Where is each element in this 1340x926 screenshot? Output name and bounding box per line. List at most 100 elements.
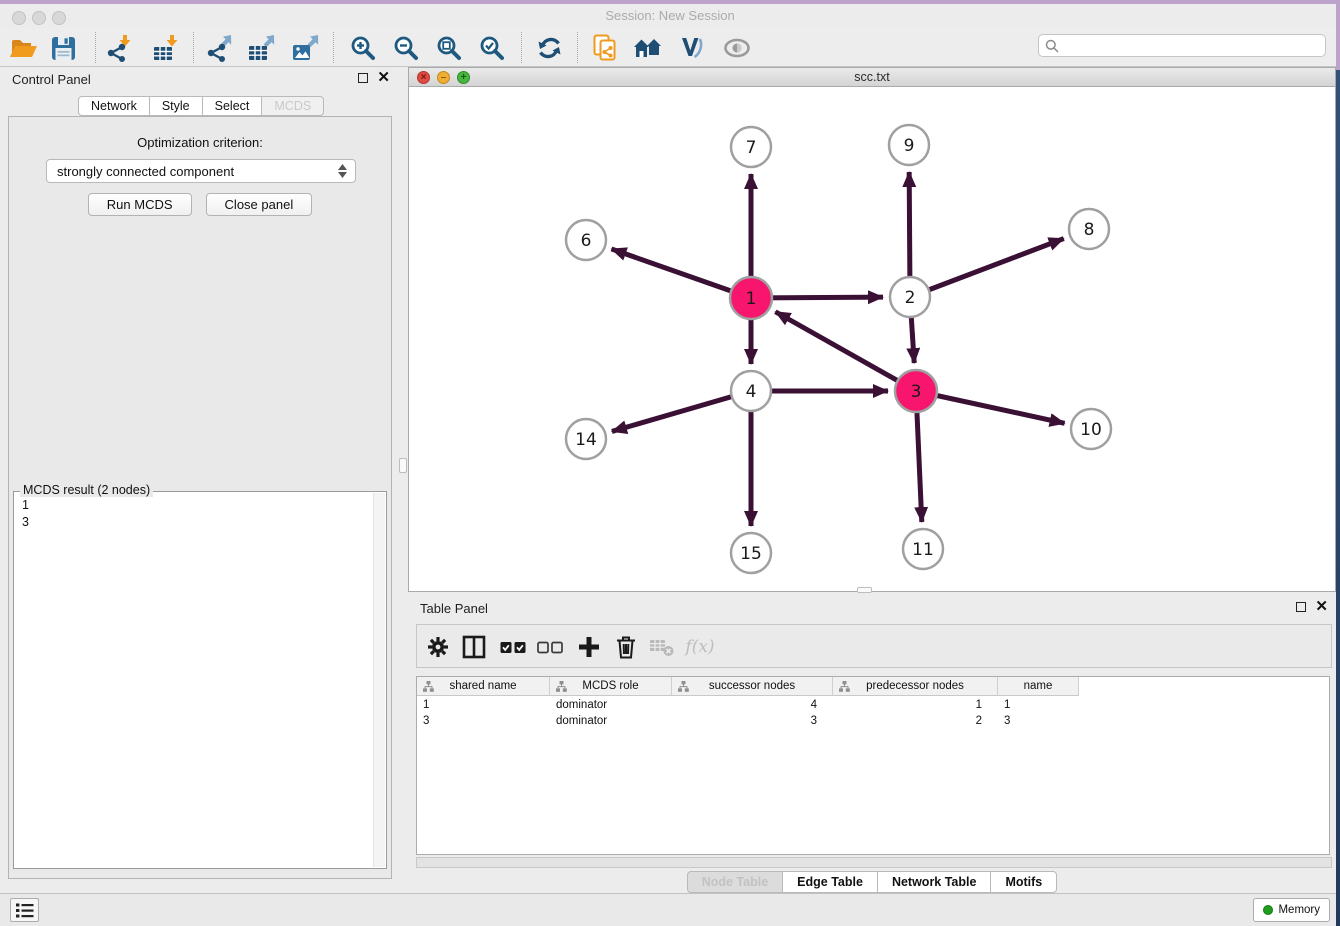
function-builder-icon[interactable]: f(x) [685,633,715,661]
node-label: 8 [1084,220,1095,240]
cell-mcds-role[interactable]: dominator [550,698,672,714]
deselect-all-checkboxes-icon[interactable] [535,633,565,661]
edge-2-8[interactable] [910,239,1064,297]
optimization-criterion-label: Optimization criterion: [9,135,391,150]
search-icon [1045,39,1059,53]
node-label: 15 [740,544,762,564]
cell-name[interactable]: 1 [998,698,1079,714]
mcds-result-box: MCDS result (2 nodes) 1 3 [13,491,387,869]
table-horizontal-scrollbar[interactable] [416,857,1332,868]
search-input[interactable] [1063,39,1319,53]
tab-mcds[interactable]: MCDS [262,96,324,116]
tab-style[interactable]: Style [150,96,203,116]
tab-network[interactable]: Network [78,96,150,116]
titlebar[interactable]: Session: New Session [0,4,1340,28]
edge-3-10[interactable] [916,391,1065,423]
tab-motifs[interactable]: Motifs [991,871,1057,893]
column-header-shared-name[interactable]: shared name [417,677,550,696]
network-file-icon[interactable] [587,31,623,65]
table-row[interactable]: 1 dominator 4 1 1 [417,698,1079,714]
import-table-icon[interactable] [147,31,183,65]
optimization-criterion-select[interactable]: strongly connected component [46,159,356,183]
node-label: 1 [746,289,757,309]
float-panel-icon[interactable] [358,73,368,83]
cell-shared-name[interactable]: 3 [417,714,550,730]
mcds-panel: Optimization criterion: strongly connect… [8,116,392,879]
horizontal-splitter-grip[interactable] [857,587,872,593]
import-network-icon[interactable] [100,31,136,65]
home-icon[interactable] [630,31,666,65]
node-label: 11 [912,540,934,560]
task-list-icon [16,903,34,918]
desktop-background [1336,0,1340,926]
delete-table-icon[interactable] [647,633,677,661]
table-row[interactable]: 3 dominator 3 2 3 [417,714,1079,730]
close-panel-button[interactable]: Close panel [206,193,313,216]
vertical-splitter-grip[interactable] [399,458,407,473]
window-title: Session: New Session [0,8,1340,23]
table-panel-title: Table Panel [420,601,488,616]
tab-edge-table[interactable]: Edge Table [783,871,878,893]
cell-predecessor-nodes[interactable]: 2 [833,714,998,730]
main-toolbar [0,28,1340,67]
cell-successor-nodes[interactable]: 3 [672,714,833,730]
network-graph: 7968124314101511 [409,87,1335,591]
edge-4-14[interactable] [612,391,751,431]
show-hide-graphics-icon[interactable] [719,31,755,65]
tab-select[interactable]: Select [203,96,263,116]
column-header-mcds-role[interactable]: MCDS role [550,677,672,696]
node-table: shared name MCDS role successor nodes pr… [416,676,1330,855]
control-panel: Control Panel ✕ Network Style Select MCD… [0,67,400,893]
table-panel: Table Panel ✕ [408,596,1336,888]
close-panel-icon[interactable]: ✕ [377,73,390,83]
mcds-result-scrollbar[interactable] [373,493,385,867]
search-box[interactable] [1038,34,1326,57]
network-window-title: scc.txt [409,70,1335,84]
column-header-name[interactable]: name [998,677,1079,696]
zoom-selected-icon[interactable] [474,31,510,65]
node-label: 14 [575,430,597,450]
table-tabs: Node Table Edge Table Network Table Moti… [408,871,1336,893]
control-panel-title: Control Panel [12,72,91,87]
node-label: 3 [911,382,922,402]
network-window-titlebar[interactable]: × – + scc.txt [409,68,1335,87]
export-table-icon[interactable] [243,31,279,65]
export-network-icon[interactable] [200,31,236,65]
column-header-predecessor-nodes[interactable]: predecessor nodes [833,677,998,696]
select-all-checkboxes-icon[interactable] [498,633,528,661]
delete-row-icon[interactable] [611,633,641,661]
edge-3-1[interactable] [775,312,916,391]
settings-icon[interactable] [423,633,453,661]
node-label: 9 [904,136,915,156]
column-header-successor-nodes[interactable]: successor nodes [672,677,833,696]
close-table-panel-icon[interactable]: ✕ [1315,602,1328,612]
zoom-in-icon[interactable] [345,31,381,65]
zoom-fit-icon[interactable] [431,31,467,65]
memory-button[interactable]: Memory [1253,898,1330,922]
cell-mcds-role[interactable]: dominator [550,714,672,730]
node-label: 10 [1080,420,1102,440]
cell-predecessor-nodes[interactable]: 1 [833,698,998,714]
save-session-icon[interactable] [45,31,81,65]
export-image-icon[interactable] [287,31,323,65]
tab-network-table[interactable]: Network Table [878,871,992,893]
refresh-icon[interactable] [531,31,567,65]
add-row-icon[interactable] [574,633,604,661]
float-table-panel-icon[interactable] [1296,602,1306,612]
task-history-button[interactable] [10,898,39,922]
cell-shared-name[interactable]: 1 [417,698,550,714]
tree-icon [423,681,434,692]
tree-icon [839,681,850,692]
tab-node-table[interactable]: Node Table [687,871,783,893]
tree-icon [678,681,689,692]
open-session-icon[interactable] [5,31,41,65]
node-label: 4 [746,382,757,402]
run-mcds-button[interactable]: Run MCDS [88,193,192,216]
node-label: 2 [905,288,916,308]
columns-icon[interactable] [459,633,489,661]
cell-successor-nodes[interactable]: 4 [672,698,833,714]
cell-name[interactable]: 3 [998,714,1079,730]
zoom-out-icon[interactable] [388,31,424,65]
network-canvas[interactable]: 7968124314101511 [409,87,1335,591]
visual-styles-icon[interactable] [674,31,710,65]
